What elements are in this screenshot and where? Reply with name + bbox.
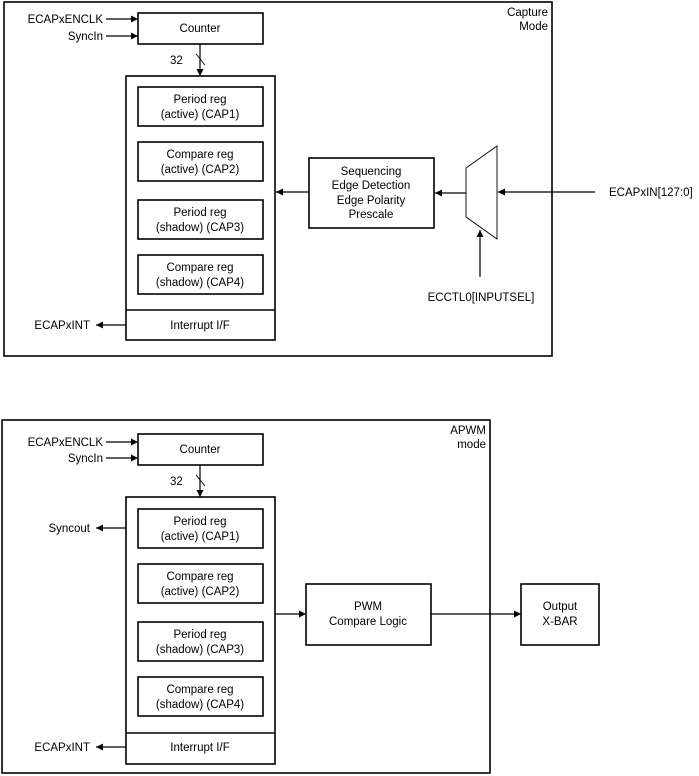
capture-syncin-label: SyncIn [68,31,103,43]
apwm-syncin-label: SyncIn [68,453,103,465]
apwm-syncout-label: Syncout [48,523,90,535]
capture-sequencer-line1: Sequencing [341,166,402,178]
apwm-reg-cap4-line1: Compare reg [166,684,233,696]
apwm-int-label: ECAPxINT [34,742,90,754]
apwm-reg-cap4: Compare reg (shadow) (CAP4) [137,676,264,717]
apwm-pwm-line1: PWM [354,601,382,613]
capture-reg-cap4-line1: Compare reg [166,262,233,274]
capture-sequencer-line4: Prescale [349,209,394,221]
capture-ecapin-label: ECAPxIN[127:0] [609,187,693,199]
capture-reg-cap2-line2: (active) (CAP2) [161,164,240,176]
apwm-reg-cap1-line1: Period reg [173,516,226,528]
apwm-reg-cap2: Compare reg (active) (CAP2) [137,563,264,604]
apwm-reg-cap2-line1: Compare reg [166,571,233,583]
apwm-reg-cap4-line2: (shadow) (CAP4) [156,699,244,711]
apwm-xbar-line2: X-BAR [542,616,577,628]
apwm-reg-cap2-line2: (active) (CAP2) [161,586,240,598]
capture-mode-panel: Capture Mode ECAPxENCLK SyncIn Counter 3… [3,1,693,357]
apwm-pwm-line2: Compare Logic [329,616,407,628]
apwm-bus-width-label: 32 [170,476,183,488]
apwm-reg-cap3-line1: Period reg [173,629,226,641]
capture-reg-cap1: Period reg (active) (CAP1) [137,86,264,127]
apwm-reg-cap1: Period reg (active) (CAP1) [137,508,264,549]
capture-reg-cap3-line1: Period reg [173,207,226,219]
capture-enclk-label: ECAPxENCLK [28,14,104,26]
capture-interrupt-label: Interrupt I/F [170,320,229,332]
apwm-reg-cap3: Period reg (shadow) (CAP3) [137,621,264,662]
apwm-reg-cap1-line2: (active) (CAP1) [161,531,240,543]
capture-reg-cap3: Period reg (shadow) (CAP3) [137,199,264,240]
capture-int-label: ECAPxINT [34,320,90,332]
capture-mode-label-line2: Mode [519,21,548,33]
capture-sequencer-line3: Edge Polarity [337,195,406,207]
capture-reg-cap4-line2: (shadow) (CAP4) [156,277,244,289]
apwm-enclk-label: ECAPxENCLK [28,437,104,449]
apwm-xbar-line1: Output [543,601,578,613]
apwm-interrupt-label: Interrupt I/F [170,742,229,754]
capture-bus-width-label: 32 [170,55,183,67]
apwm-mode-panel: APWM mode ECAPxENCLK SyncIn Counter 32 S… [1,419,600,774]
ecap-block-diagram: Capture Mode ECAPxENCLK SyncIn Counter 3… [1,1,693,774]
apwm-pwm-compare-block [305,583,432,646]
capture-reg-cap1-line2: (active) (CAP1) [161,109,240,121]
capture-mode-label-line1: Capture [507,7,548,19]
apwm-counter-label: Counter [180,444,221,456]
apwm-mode-label-line1: APWM [450,425,486,437]
capture-reg-cap2-line1: Compare reg [166,149,233,161]
capture-inputsel-label: ECCTL0[INPUTSEL] [428,292,535,304]
apwm-output-xbar-block [520,583,600,646]
capture-reg-cap3-line2: (shadow) (CAP3) [156,222,244,234]
capture-reg-cap4: Compare reg (shadow) (CAP4) [137,254,264,295]
apwm-mode-label-line2: mode [457,439,486,451]
capture-reg-cap2: Compare reg (active) (CAP2) [137,141,264,182]
capture-counter-label: Counter [180,23,221,35]
apwm-reg-cap3-line2: (shadow) (CAP3) [156,644,244,656]
capture-reg-cap1-line1: Period reg [173,94,226,106]
capture-sequencer-line2: Edge Detection [332,180,411,192]
